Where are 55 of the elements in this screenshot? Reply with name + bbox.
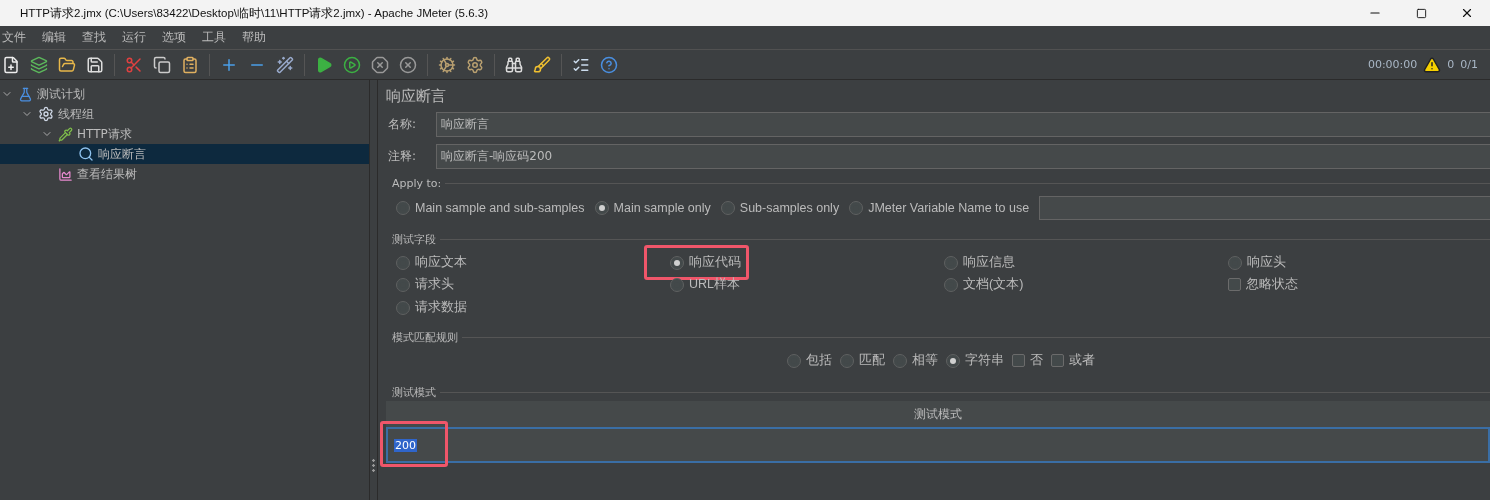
tree-item[interactable]: 测试计划 [0, 84, 369, 104]
group-legend: 模式匹配规则 [392, 329, 458, 345]
radio-button[interactable]: 响应信息 [944, 254, 1015, 271]
radio-button[interactable]: 相等 [893, 352, 938, 369]
radio-button[interactable]: 匹配 [840, 352, 885, 369]
comment-field[interactable]: 响应断言-响应码200 [436, 143, 1490, 169]
gear-icon [38, 106, 54, 122]
checkbox[interactable]: 或者 [1051, 352, 1095, 369]
comment-label: 注释: [388, 147, 418, 165]
radio-button[interactable]: JMeter Variable Name to use [849, 201, 1030, 215]
radio-button[interactable]: Sub-samples only [720, 201, 840, 215]
thread-count: 0/1 [1460, 58, 1478, 71]
group-legend: 测试模式 [392, 384, 436, 400]
maximize-icon[interactable] [1415, 7, 1427, 19]
checkbox[interactable]: 否 [1012, 352, 1043, 369]
name-label: 名称: [388, 115, 418, 133]
warning-icon[interactable] [1423, 55, 1442, 74]
radio-button[interactable]: Main sample and sub-samples [396, 201, 585, 215]
tree-item[interactable]: 查看结果树 [0, 164, 369, 184]
panel-title: 响应断言 [386, 85, 447, 107]
menu-item[interactable]: 工具 [194, 29, 234, 46]
column-header[interactable]: 测试模式 [386, 401, 1490, 427]
menu-item[interactable]: 运行 [114, 29, 154, 46]
magnifier-icon [78, 146, 94, 162]
group-legend: Apply to: [392, 176, 442, 190]
radio-button[interactable]: 响应文本 [396, 254, 467, 271]
tree-item[interactable]: 线程组 [0, 104, 369, 124]
menu-item[interactable]: 文件 [0, 29, 34, 46]
radio-button[interactable]: 响应代码 [670, 254, 741, 271]
checkbox[interactable]: 忽略状态 [1228, 276, 1298, 293]
radio-button[interactable]: Main sample only [594, 201, 711, 215]
variable-name-field[interactable] [1039, 196, 1490, 220]
pipette-icon [58, 126, 73, 142]
close-icon[interactable] [1460, 6, 1474, 20]
menu-item[interactable]: 编辑 [34, 29, 74, 46]
radio-button[interactable]: 请求数据 [396, 299, 467, 316]
radio-button[interactable]: 响应头 [1228, 254, 1286, 271]
flask-icon [18, 86, 33, 102]
pattern-cell[interactable]: 200 [394, 438, 417, 452]
window-title: HTTP请求2.jmx (C:\Users\83422\Desktop\临时\11\HTTP请求2.jmx) - Apache JMeter (5.6.3) [20, 5, 490, 21]
radio-button[interactable]: 包括 [787, 352, 832, 369]
tree-item[interactable]: 响应断言 [0, 144, 369, 164]
warning-count: 0 [1447, 58, 1455, 71]
radio-button[interactable]: 文档(文本) [944, 276, 1024, 293]
menu-item[interactable]: 帮助 [234, 29, 274, 46]
name-field[interactable]: 响应断言 [436, 111, 1490, 137]
group-legend: 测试字段 [392, 231, 436, 247]
radio-button[interactable]: 请求头 [396, 276, 454, 293]
radio-button[interactable]: URL样本 [670, 276, 740, 293]
menu-item[interactable]: 选项 [154, 29, 194, 46]
chart-icon [58, 166, 73, 182]
menu-item[interactable]: 查找 [74, 29, 114, 46]
radio-button[interactable]: 字符串 [946, 352, 1004, 369]
elapsed-time: 00:00:00 [1367, 58, 1418, 71]
tree-item[interactable]: HTTP请求 [0, 124, 369, 144]
